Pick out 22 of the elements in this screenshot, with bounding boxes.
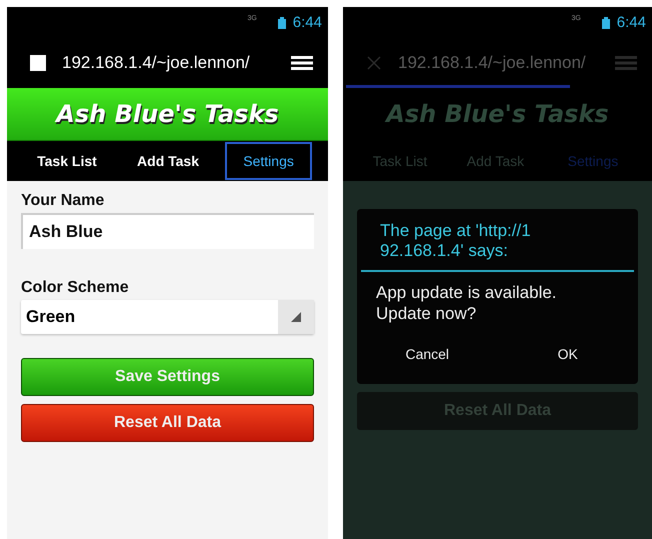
close-icon[interactable] (366, 55, 382, 71)
dialog-button[interactable]: Cancel (357, 334, 498, 376)
dialog-message: App update is available. Update now? (375, 282, 558, 326)
nav-tab[interactable]: Add Task (123, 142, 214, 180)
address-field[interactable]: 192.168.1.4/~joe.lennon/ (62, 53, 275, 73)
nav-tab[interactable]: Settings (225, 142, 312, 180)
reset-data-button[interactable]: Reset All Data (21, 404, 314, 442)
menu-icon[interactable] (291, 55, 313, 71)
nav-tab[interactable]: Task List (23, 142, 111, 180)
field-label: Your Name (21, 192, 106, 210)
field-label: Color Scheme (21, 279, 130, 297)
dialog-title: The page at 'http://192.168.1.4' says: (361, 209, 634, 272)
dropdown-arrow-icon (291, 312, 301, 322)
tab-icon[interactable] (30, 55, 46, 71)
battery-icon (276, 16, 287, 28)
app-title: Ash Blue's Tasks (7, 88, 328, 141)
battery-icon (600, 16, 611, 28)
clock-time: 6:44 (292, 14, 322, 31)
dialog-button[interactable]: OK (498, 334, 638, 376)
clock-time: 6:44 (616, 14, 646, 31)
name-field[interactable]: Ash Blue (21, 213, 314, 249)
color-dropdown[interactable]: Green (21, 300, 314, 334)
